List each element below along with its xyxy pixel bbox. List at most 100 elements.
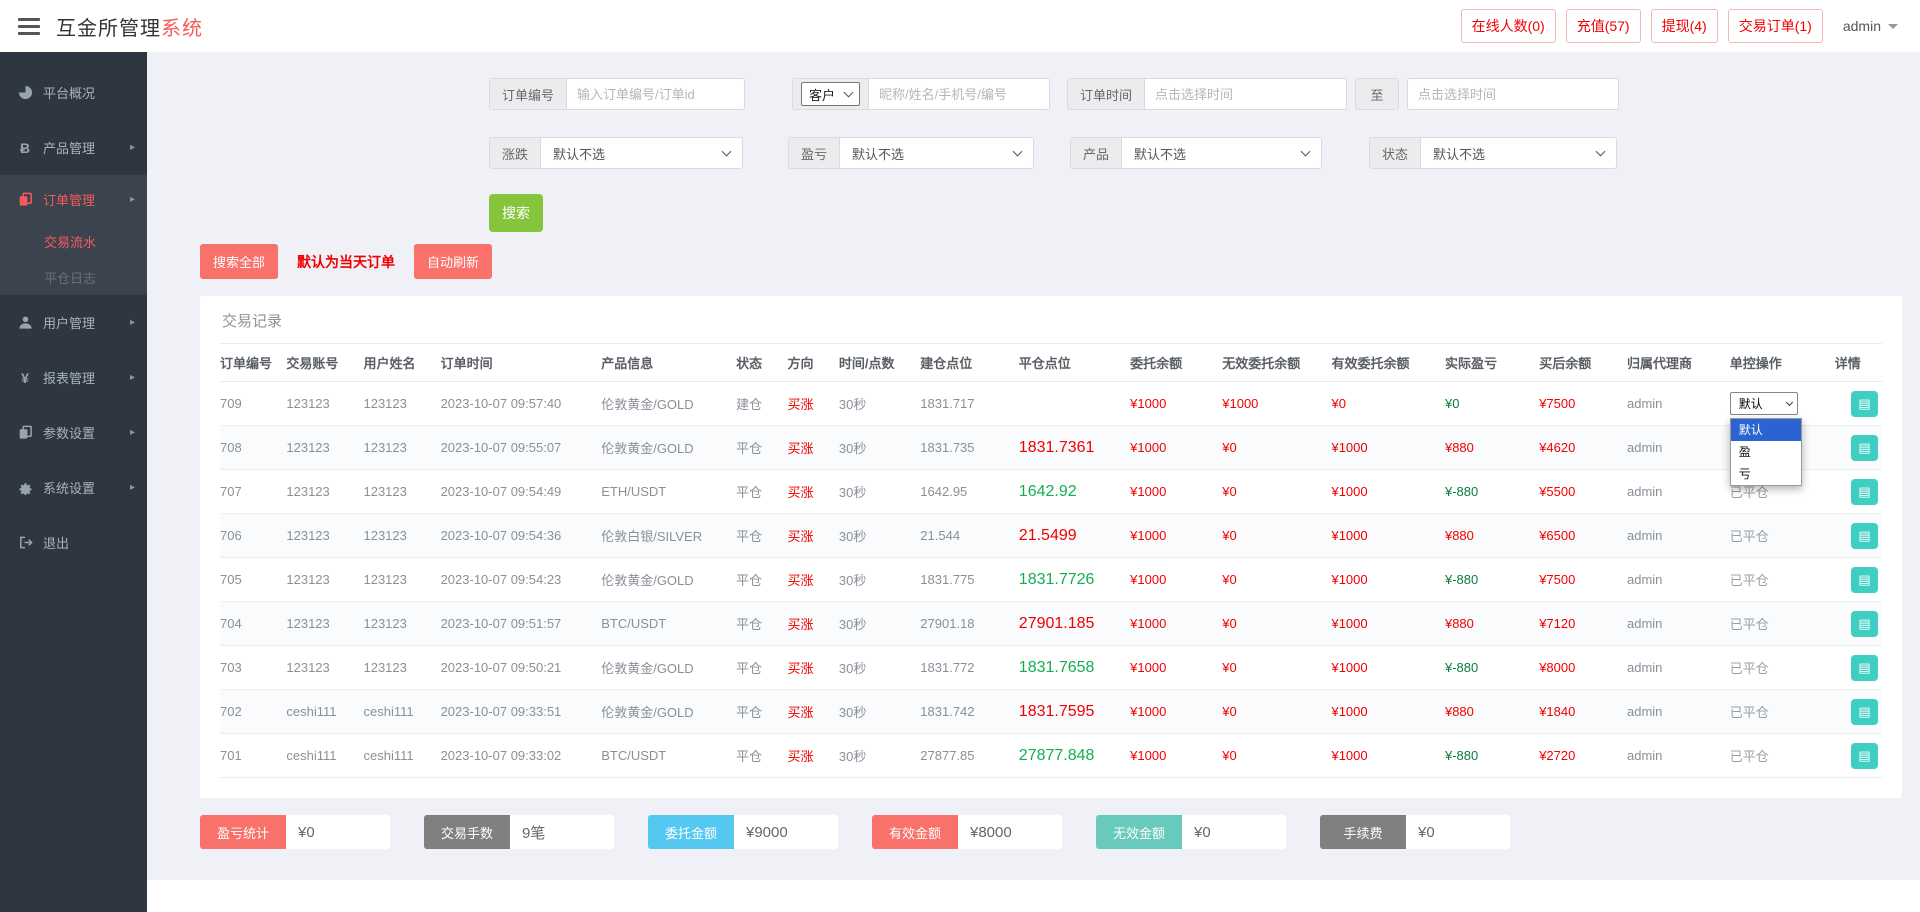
table-header-cell: 无效委托余额 [1222,343,1332,382]
cell-actual-profit: ¥-880 [1444,645,1540,690]
control-select[interactable]: 默认 默认 盈 亏 [1729,392,1802,486]
sidebar-item-orders[interactable]: 订单管理 ▸ [0,175,147,223]
sidebar-item-params[interactable]: 参数设置 ▸ [0,405,147,460]
customer-search-input[interactable] [869,79,1049,109]
customer-type-select[interactable]: 客户 [801,82,861,106]
cell-order-time: 2023-10-07 09:54:49 [440,469,602,514]
detail-button[interactable]: ▤ [1851,566,1878,593]
updown-select[interactable]: 默认不选 [541,138,742,168]
cell-order-time: 2023-10-07 09:54:36 [440,513,602,558]
cell-username: 123123 [363,645,441,690]
profit-select[interactable]: 默认不选 [840,138,1033,168]
detail-button[interactable]: ▤ [1851,698,1878,725]
cell-close-price: 1831.7658 [1018,645,1131,690]
detail-button[interactable]: ▤ [1851,478,1878,505]
status-select[interactable]: 默认不选 [1421,138,1616,168]
control-status-text: 已平仓 [1729,617,1769,632]
cell-status: 平仓 [736,469,788,514]
search-all-button[interactable]: 搜索全部 [200,244,279,279]
cell-account: ceshi111 [286,689,364,734]
cell-control: 已平仓 默认 默认 盈 亏 [1729,601,1835,646]
cell-direction: 买涨 [787,513,839,558]
cell-agent: admin [1627,733,1730,778]
control-option-default[interactable]: 默认 [1730,419,1801,441]
user-icon [17,315,33,331]
cell-detail: ▤ [1834,645,1882,690]
cell-open-price: 1831.735 [920,425,1019,470]
cell-account: 123123 [286,513,364,558]
cell-entrust-balance: ¥1000 [1130,689,1223,734]
header-stat-badge[interactable]: 充值(57) [1565,9,1641,43]
detail-form-icon: ▤ [1858,747,1871,763]
cell-actual-profit: ¥0 [1444,381,1540,426]
cell-after-balance: ¥2720 [1539,733,1627,778]
detail-button[interactable]: ▤ [1851,654,1878,681]
sidebar-item-logout[interactable]: 退出 [0,515,147,570]
time-to-input[interactable] [1408,79,1618,109]
cell-after-balance: ¥5500 [1539,469,1627,514]
cell-account: 123123 [286,601,364,646]
cell-status: 平仓 [736,425,788,470]
cell-order-id: 705 [220,557,287,602]
time-from-input[interactable] [1145,79,1346,109]
menu-toggle-icon[interactable] [18,17,40,35]
sidebar-item-label: 订单管理 [43,192,96,208]
sidebar-item-reports[interactable]: ¥ 报表管理 ▸ [0,350,147,405]
product-select[interactable]: 默认不选 [1122,138,1321,168]
cell-after-balance: ¥1840 [1539,689,1627,734]
sidebar-item-dashboard[interactable]: 平台概况 [0,65,147,120]
control-option-lose[interactable]: 亏 [1731,463,1801,485]
detail-button[interactable]: ▤ [1851,522,1878,549]
customer-type-value: 客户 [809,87,836,103]
cell-entrust-balance: ¥1000 [1130,733,1223,778]
cell-open-price: 27877.85 [920,733,1019,778]
cell-detail: ▤ [1834,513,1882,558]
summary-label: 无效金额 [1096,815,1182,849]
cell-close-price: 27901.185 [1018,601,1131,646]
cell-control: 已平仓 默认 默认 盈 亏 [1729,733,1835,778]
summary-label: 有效金额 [872,815,958,849]
summary-label: 手续费 [1320,815,1406,849]
gear-icon [17,480,33,496]
search-button[interactable]: 搜索 [489,194,543,232]
cell-status: 平仓 [736,513,788,558]
order-no-input[interactable] [567,79,744,109]
trade-records-card: 交易记录 订单编号 交易账号 用户姓名 订单时间 产品信息 状态 方向 时间/点数 建仓点位 平仓… [200,296,1902,798]
cell-agent: admin [1627,513,1730,558]
cell-order-id: 702 [220,689,287,734]
sidebar-item-system[interactable]: 系统设置 ▸ [0,460,147,515]
cell-account: 123123 [286,469,364,514]
cell-direction: 买涨 [787,381,839,426]
detail-button[interactable]: ▤ [1851,610,1878,637]
auto-refresh-button[interactable]: 自动刷新 [414,244,493,279]
detail-button[interactable]: ▤ [1851,390,1878,417]
sidebar-item-users[interactable]: 用户管理 ▸ [0,295,147,350]
cell-actual-profit: ¥880 [1444,513,1540,558]
sidebar-item-product[interactable]: Ƀ 产品管理 ▸ [0,120,147,175]
updown-select-value: 默认不选 [553,146,606,162]
sidebar-subitem-trade-flow[interactable]: 交易流水 [0,223,147,259]
sidebar-subitem-close-log[interactable]: 平仓日志 [0,259,147,295]
cell-order-id: 707 [220,469,287,514]
cell-detail: ▤ [1834,469,1882,514]
summary-group: 盈亏统计 ¥0 [200,815,390,849]
summary-value: 9笔 [510,815,614,849]
cell-invalid-entrust: ¥0 [1222,645,1332,690]
cell-entrust-balance: ¥1000 [1130,557,1223,602]
detail-button[interactable]: ▤ [1851,434,1878,461]
table-row: 707 123123 123123 2023-10-07 09:54:49 ET… [220,469,1882,514]
admin-menu[interactable]: admin [1843,18,1898,34]
cell-close-price: 1831.7595 [1018,689,1131,734]
cell-direction: 买涨 [787,645,839,690]
cell-invalid-entrust: ¥0 [1222,469,1332,514]
header-stat-badge[interactable]: 交易订单(1) [1727,9,1823,43]
status-select-value: 默认不选 [1433,146,1486,162]
cell-detail: ▤ [1834,601,1882,646]
detail-button[interactable]: ▤ [1851,742,1878,769]
control-option-win[interactable]: 盈 [1731,441,1801,463]
cell-duration: 30秒 [838,689,921,734]
cell-detail: ▤ [1834,733,1882,778]
filter-status: 状态 默认不选 [1369,137,1617,169]
header-stat-badge[interactable]: 在线人数(0) [1460,9,1556,43]
header-stat-badge[interactable]: 提现(4) [1650,9,1718,43]
